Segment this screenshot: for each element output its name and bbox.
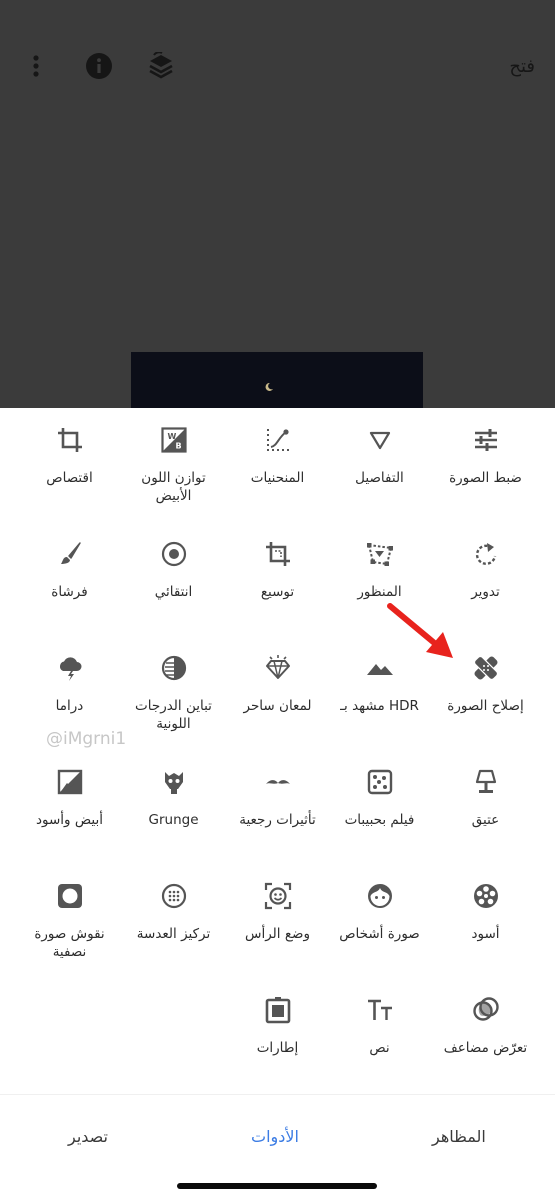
- tool-portrait[interactable]: صورة أشخاص: [324, 882, 435, 943]
- tool-label: انتقائي: [154, 584, 193, 600]
- tool-label: إطارات: [256, 1040, 299, 1056]
- tool-label: التفاصيل: [355, 470, 404, 486]
- tool-label: صورة أشخاص: [339, 926, 420, 942]
- tool-tonal-contrast[interactable]: تباين الدرجات اللونية: [118, 654, 229, 733]
- white-balance-icon: W B: [160, 427, 187, 453]
- tab-tools[interactable]: الأدوات: [251, 1127, 299, 1146]
- curves-icon: [266, 429, 289, 451]
- tool-label: أبيض وأسود: [36, 812, 103, 828]
- glamour-glow-icon: [265, 655, 290, 679]
- drama-icon: [59, 657, 81, 681]
- tool-rotate[interactable]: تدوير: [430, 540, 541, 601]
- tonal-contrast-icon: [161, 655, 186, 681]
- tab-export[interactable]: تصدير: [68, 1127, 108, 1146]
- tools-sheet: ضبط الصورة التفاصيل المنحنيات W B توازن …: [0, 408, 555, 1094]
- details-icon: [369, 431, 390, 450]
- tool-label: Grunge: [148, 812, 199, 828]
- tool-healing[interactable]: إصلاح الصورة: [430, 654, 541, 715]
- tool-brush[interactable]: فرشاة: [14, 540, 125, 601]
- svg-text:W: W: [167, 432, 176, 441]
- tool-label: لمعان ساحر: [243, 698, 312, 714]
- head-pose-icon: [264, 882, 291, 910]
- tool-crop[interactable]: اقتصاص: [14, 426, 125, 487]
- tool-details[interactable]: التفاصيل: [324, 426, 435, 487]
- tool-label: إصلاح الصورة: [447, 698, 524, 714]
- double-exposure-icon: [472, 997, 499, 1021]
- tool-retrolux[interactable]: تأثيرات رجعية: [222, 768, 333, 829]
- tool-label: عتيق: [471, 812, 500, 828]
- tab-looks[interactable]: المظاهر: [432, 1127, 486, 1146]
- info-icon[interactable]: [84, 48, 114, 84]
- vignette-icon: [57, 884, 82, 908]
- tool-glamour-glow[interactable]: لمعان ساحر: [222, 654, 333, 715]
- tool-label: المنحنيات: [250, 470, 305, 486]
- tool-label: ضبط الصورة: [449, 470, 522, 486]
- tool-label: نقوش صورة نصفية: [34, 926, 105, 960]
- lens-blur-icon: [161, 883, 186, 909]
- tool-selective[interactable]: انتقائي: [118, 540, 229, 601]
- open-button[interactable]: فتح: [509, 48, 535, 84]
- tool-lens-blur[interactable]: تركيز العدسة: [118, 882, 229, 943]
- tool-perspective[interactable]: المنظور: [324, 540, 435, 601]
- tool-tune-image[interactable]: ضبط الصورة: [430, 426, 541, 487]
- tool-hdr[interactable]: مشهد بـ HDR: [324, 654, 435, 715]
- selective-icon: [161, 541, 186, 567]
- portrait-icon: [367, 884, 392, 908]
- annotation-arrow-icon: [387, 603, 453, 658]
- tool-label: تعرّض مضاعف: [443, 1040, 528, 1056]
- tool-expand[interactable]: توسيع: [222, 540, 333, 601]
- text-icon: [367, 999, 392, 1020]
- tool-label: اقتصاص: [46, 470, 93, 486]
- tool-white-balance[interactable]: W B توازن اللون الأبيض: [118, 426, 229, 505]
- grainy-film-icon: [367, 769, 392, 795]
- frames-icon: [265, 997, 290, 1024]
- healing-icon: [473, 655, 498, 681]
- tool-label: مشهد بـ HDR: [340, 698, 419, 714]
- tool-label: تركيز العدسة: [136, 926, 211, 942]
- black-white-icon: [57, 769, 82, 795]
- tool-label: تأثيرات رجعية: [239, 812, 316, 828]
- vintage-icon: [475, 769, 496, 793]
- tool-label: تباين الدرجات اللونية: [135, 698, 212, 732]
- tool-grunge[interactable]: Grunge: [118, 768, 229, 829]
- tool-drama[interactable]: دراما: [14, 654, 125, 715]
- noir-icon: [473, 884, 498, 908]
- tool-grainy-film[interactable]: فيلم بحبيبات: [324, 768, 435, 829]
- tool-label: نص: [369, 1040, 390, 1056]
- tool-label: فرشاة: [51, 584, 88, 600]
- retrolux-icon: [265, 780, 290, 784]
- layers-undo-icon[interactable]: [146, 48, 176, 84]
- tool-vintage[interactable]: عتيق: [430, 768, 541, 829]
- watermark: @iMgrni1: [46, 729, 127, 749]
- tool-text[interactable]: نص: [324, 996, 435, 1057]
- more-vert-icon[interactable]: [26, 48, 46, 84]
- home-indicator: [177, 1183, 377, 1189]
- tool-label: تدوير: [471, 584, 500, 600]
- tool-label: أسود: [471, 926, 500, 942]
- tool-label: دراما: [55, 698, 84, 714]
- svg-text:B: B: [175, 442, 181, 451]
- perspective-icon: [366, 543, 393, 566]
- tool-label: فيلم بحبيبات: [344, 812, 415, 828]
- tool-curves[interactable]: المنحنيات: [222, 426, 333, 487]
- rotate-icon: [475, 543, 496, 565]
- expand-icon: [265, 542, 290, 566]
- tool-black-white[interactable]: أبيض وأسود: [14, 768, 125, 829]
- tool-frames[interactable]: إطارات: [222, 996, 333, 1057]
- tool-label: توسيع: [260, 584, 295, 600]
- crop-icon: [57, 428, 82, 452]
- grunge-icon: [164, 772, 183, 794]
- moon-icon: [265, 382, 273, 391]
- photo-preview: [131, 352, 423, 408]
- image-preview-area: فتح: [0, 0, 555, 408]
- tool-head-pose[interactable]: وضع الرأس: [222, 882, 333, 943]
- tool-label: المنظور: [357, 584, 402, 600]
- tool-noir[interactable]: أسود: [430, 882, 541, 943]
- tune-icon: [474, 429, 497, 451]
- tool-double-exposure[interactable]: تعرّض مضاعف: [430, 996, 541, 1057]
- tool-vignette[interactable]: نقوش صورة نصفية: [14, 882, 125, 961]
- tool-label: وضع الرأس: [244, 926, 310, 942]
- brush-icon: [60, 542, 81, 564]
- tool-label: توازن اللون الأبيض: [141, 470, 206, 504]
